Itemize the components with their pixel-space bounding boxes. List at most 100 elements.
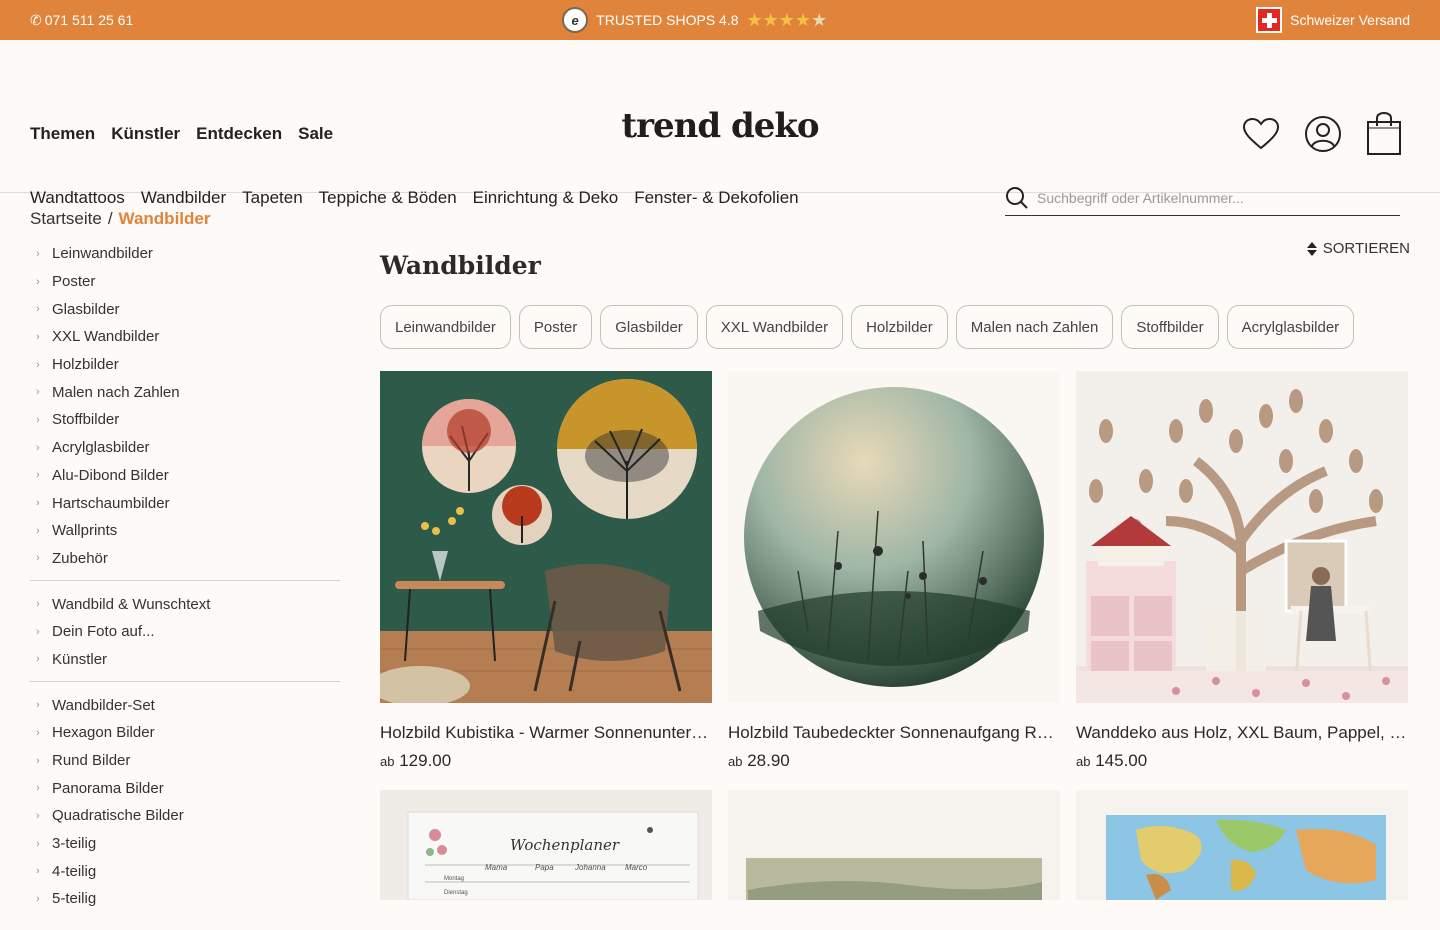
planner-col: Papa (535, 863, 554, 872)
phone-number: 071 511 25 61 (44, 12, 134, 28)
chevron-right-icon: › (36, 413, 40, 426)
sidebar-item[interactable]: › Hartschaumbilder (30, 489, 340, 517)
search-icon[interactable] (1005, 186, 1029, 210)
chip-poster[interactable]: Poster (518, 305, 593, 349)
cat-wandtattoos[interactable]: Wandtattoos (30, 188, 125, 208)
wishlist-button[interactable] (1242, 117, 1280, 151)
product-grid: Holzbild Kubistika - Warmer Sonnenunterg… (380, 371, 1410, 771)
product-card[interactable] (1076, 790, 1408, 900)
sidebar-item[interactable]: › Acrylglasbilder (30, 434, 340, 462)
product-image[interactable] (380, 371, 712, 703)
sidebar-item[interactable]: › Dein Foto auf... (30, 618, 340, 646)
cat-fensterfolien[interactable]: Fenster- & Dekofolien (634, 188, 798, 208)
sidebar-item[interactable]: › Wallprints (30, 517, 340, 545)
breadcrumb-home[interactable]: Startseite (30, 209, 102, 229)
sidebar-item[interactable]: › Wandbilder-Set (30, 691, 340, 719)
sidebar-item-label: Wandbilder-Set (52, 696, 155, 714)
chip-xxl-wandbilder[interactable]: XXL Wandbilder (705, 305, 844, 349)
category-sidebar: › Leinwandbilder › Poster › Glasbilder › XXL… (30, 240, 340, 930)
product-card[interactable] (728, 790, 1060, 900)
cat-einrichtung[interactable]: Einrichtung & Deko (473, 188, 619, 208)
sidebar-item[interactable]: › 3-teilig (30, 830, 340, 858)
chevron-right-icon: › (36, 275, 40, 288)
chevron-right-icon: › (36, 598, 40, 611)
cat-teppiche[interactable]: Teppiche & Böden (319, 188, 457, 208)
sidebar-item[interactable]: › Holzbilder (30, 351, 340, 379)
main-content: Wandbilder SORTIEREN Leinwandbilder Post… (380, 234, 1410, 771)
sidebar-item[interactable]: › Poster (30, 268, 340, 296)
chip-leinwandbilder[interactable]: Leinwandbilder (380, 305, 511, 349)
product-image[interactable] (728, 790, 1060, 900)
sidebar-item[interactable]: › Rund Bilder (30, 747, 340, 775)
sidebar-item-label: Glasbilder (52, 300, 120, 318)
site-header: Themen Künstler Entdecken Sale trend dek… (0, 40, 1440, 216)
sidebar-item[interactable]: › Quadratische Bilder (30, 802, 340, 830)
sidebar-item[interactable]: › XXL Wandbilder (30, 323, 340, 351)
account-button[interactable] (1304, 115, 1342, 153)
chip-malen-nach-zahlen[interactable]: Malen nach Zahlen (955, 305, 1114, 349)
product-card[interactable]: Holzbild Taubedeckter Sonnenaufgang Rund… (728, 371, 1060, 771)
sidebar-item[interactable]: › 5-teilig (30, 885, 340, 913)
product-image[interactable] (1076, 790, 1408, 900)
chevron-right-icon: › (36, 653, 40, 666)
product-image[interactable]: Wochenplaner Mama Papa Johanna Marco Mon… (380, 790, 712, 900)
product-card[interactable]: Holzbild Kubistika - Warmer Sonnenunterg… (380, 371, 712, 771)
chip-glasbilder[interactable]: Glasbilder (600, 305, 698, 349)
chevron-right-icon: › (36, 809, 40, 822)
price-value: 145.00 (1095, 751, 1148, 770)
sidebar-item[interactable]: › Wandbild & Wunschtext (30, 590, 340, 618)
search-input[interactable] (1037, 190, 1377, 206)
sidebar-item[interactable]: › Stoffbilder (30, 406, 340, 434)
product-name[interactable]: Wanddeko aus Holz, XXL Baum, Pappel, 84 … (1076, 723, 1408, 743)
chip-holzbilder[interactable]: Holzbilder (851, 305, 948, 349)
product-price: ab 28.90 (728, 751, 1060, 771)
category-nav: Wandtattoos Wandbilder Tapeten Teppiche … (30, 188, 799, 208)
breadcrumb: Startseite / Wandbilder (30, 209, 210, 229)
chevron-right-icon: › (36, 865, 40, 878)
chevron-right-icon: › (36, 552, 40, 565)
product-card[interactable]: Wochenplaner Mama Papa Johanna Marco Mon… (380, 790, 712, 900)
planner-row: Montag (444, 876, 464, 882)
product-card[interactable]: Wanddeko aus Holz, XXL Baum, Pappel, 84 … (1076, 371, 1408, 771)
sidebar-item[interactable]: › Panorama Bilder (30, 774, 340, 802)
chevron-right-icon: › (36, 625, 40, 638)
sidebar-item[interactable]: › 4-teilig (30, 857, 340, 885)
product-name[interactable]: Holzbild Kubistika - Warmer Sonnenunterg… (380, 723, 712, 743)
cat-wandbilder[interactable]: Wandbilder (141, 188, 226, 208)
phone-contact[interactable]: ✆ 071 511 25 61 (30, 12, 133, 29)
sidebar-item[interactable]: › Glasbilder (30, 295, 340, 323)
product-price: ab 129.00 (380, 751, 712, 771)
sort-button[interactable]: SORTIEREN (1306, 240, 1410, 257)
sidebar-item[interactable]: › Alu-Dibond Bilder (30, 462, 340, 490)
sidebar-item-label: Leinwandbilder (52, 245, 153, 263)
chevron-right-icon: › (36, 247, 40, 260)
breadcrumb-separator: / (107, 209, 113, 228)
cart-button[interactable] (1366, 112, 1402, 156)
filter-chips: Leinwandbilder Poster Glasbilder XXL Wan… (380, 305, 1410, 349)
sidebar-item-label: Malen nach Zahlen (52, 383, 180, 401)
sidebar-item[interactable]: › Leinwandbilder (30, 240, 340, 268)
sort-arrows-icon (1306, 241, 1317, 256)
cat-tapeten[interactable]: Tapeten (242, 188, 303, 208)
rating-stars-full: ★★★★ (746, 9, 812, 30)
sidebar-item[interactable]: › Künstler (30, 646, 340, 674)
site-logo[interactable]: trend deko (0, 106, 1440, 146)
product-image[interactable] (1076, 371, 1408, 703)
phone-icon: ✆ (30, 11, 42, 28)
chevron-right-icon: › (36, 782, 40, 795)
product-image[interactable] (728, 371, 1060, 703)
sidebar-item[interactable]: › Zubehör (30, 545, 340, 573)
chevron-right-icon: › (36, 330, 40, 343)
price-prefix: ab (380, 754, 395, 769)
chip-acrylglasbilder[interactable]: Acrylglasbilder (1226, 305, 1355, 349)
sidebar-item[interactable]: › Malen nach Zahlen (30, 378, 340, 406)
product-price: ab 145.00 (1076, 751, 1408, 771)
sidebar-item[interactable]: › Hexagon Bilder (30, 719, 340, 747)
chevron-right-icon: › (36, 892, 40, 905)
rating-star-partial: ★ (811, 9, 828, 30)
sidebar-item-label: Panorama Bilder (52, 779, 164, 797)
product-name[interactable]: Holzbild Taubedeckter Sonnenaufgang Rund (728, 723, 1060, 743)
header-actions (1242, 112, 1402, 156)
chip-stoffbilder[interactable]: Stoffbilder (1121, 305, 1219, 349)
trusted-shops-rating[interactable]: e TRUSTED SHOPS 4.8 ★★★★★ (562, 7, 827, 33)
